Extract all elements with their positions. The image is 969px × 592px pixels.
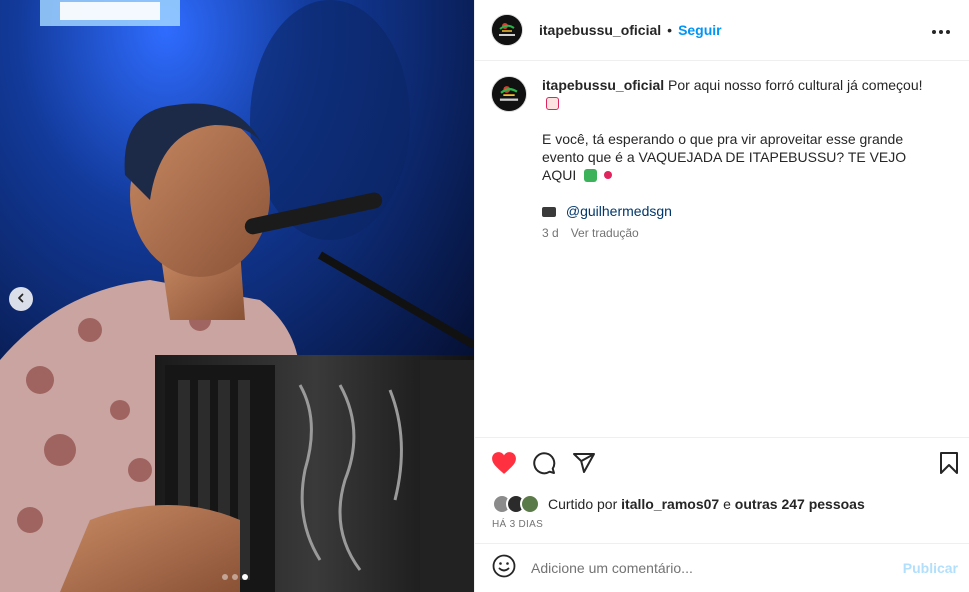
- comment-icon: [532, 451, 556, 480]
- liker-avatar[interactable]: [520, 494, 540, 514]
- likes-text: Curtido por itallo_ramos07 e outras 247 …: [548, 496, 865, 512]
- post-header: itapebussu_oficial • Seguir: [475, 0, 969, 61]
- caption-timestamp[interactable]: 3 d: [542, 224, 559, 242]
- emoji-picker-button[interactable]: [491, 554, 517, 583]
- like-button[interactable]: [490, 451, 518, 479]
- separator-dot: •: [667, 22, 673, 38]
- see-translation-button[interactable]: Ver tradução: [571, 224, 639, 242]
- follow-button[interactable]: Seguir: [678, 22, 722, 38]
- performer-photo: [0, 0, 474, 592]
- liker-username[interactable]: itallo_ramos07: [621, 496, 719, 512]
- likes-and: e: [723, 496, 731, 512]
- comment-bar: Publicar: [475, 543, 969, 592]
- publish-button[interactable]: Publicar: [903, 560, 958, 576]
- bookmark-icon: [939, 451, 959, 480]
- comment-button[interactable]: [530, 451, 558, 479]
- account-logo: [492, 77, 526, 111]
- caption-meta: 3 d Ver tradução: [542, 224, 942, 242]
- heart-icon: [491, 451, 517, 480]
- likes-others-link[interactable]: outras 247 pessoas: [735, 496, 865, 512]
- caption-username[interactable]: itapebussu_oficial: [542, 77, 664, 93]
- emoji-icon: [492, 554, 516, 583]
- carousel-indicator: [222, 574, 248, 580]
- comment-input[interactable]: [531, 560, 903, 576]
- likes-prefix: Curtido por: [548, 496, 618, 512]
- camera-emoji-icon: [542, 207, 556, 217]
- carousel-dot: [222, 574, 228, 580]
- post-caption: itapebussu_oficial Por aqui nosso forró …: [491, 76, 951, 242]
- carousel-dot-active: [242, 574, 248, 580]
- ticket-emoji-icon: [546, 97, 559, 110]
- share-button[interactable]: [570, 451, 598, 479]
- caption-line-2: E você, tá esperando o que pra vir aprov…: [542, 131, 907, 183]
- save-button[interactable]: [935, 451, 963, 479]
- chevron-left-icon: [16, 290, 26, 308]
- more-options-button[interactable]: [929, 18, 953, 42]
- caption-avatar[interactable]: [491, 76, 527, 112]
- pin-emoji-icon: [604, 171, 613, 179]
- account-logo: [492, 15, 522, 45]
- header-username[interactable]: itapebussu_oficial: [539, 22, 661, 38]
- post-photo: [0, 0, 474, 592]
- caption-line-1: Por aqui nosso forró cultural já começou…: [668, 77, 923, 93]
- likes-summary: Curtido por itallo_ramos07 e outras 247 …: [492, 494, 865, 514]
- post-sidebar: itapebussu_oficial • Seguir itapebussu_o…: [474, 0, 969, 592]
- post-actions: [475, 437, 969, 491]
- carousel-dot: [232, 574, 238, 580]
- more-options-icon: [932, 21, 950, 39]
- check-mark-emoji-icon: [584, 169, 598, 182]
- caption-text: itapebussu_oficial Por aqui nosso forró …: [542, 76, 942, 242]
- share-icon: [572, 451, 596, 480]
- post-date[interactable]: HÁ 3 DIAS: [492, 519, 543, 530]
- avatar[interactable]: [491, 14, 523, 46]
- carousel-prev-button[interactable]: [9, 287, 33, 311]
- credit-mention-link[interactable]: @guilhermedsgn: [566, 203, 672, 219]
